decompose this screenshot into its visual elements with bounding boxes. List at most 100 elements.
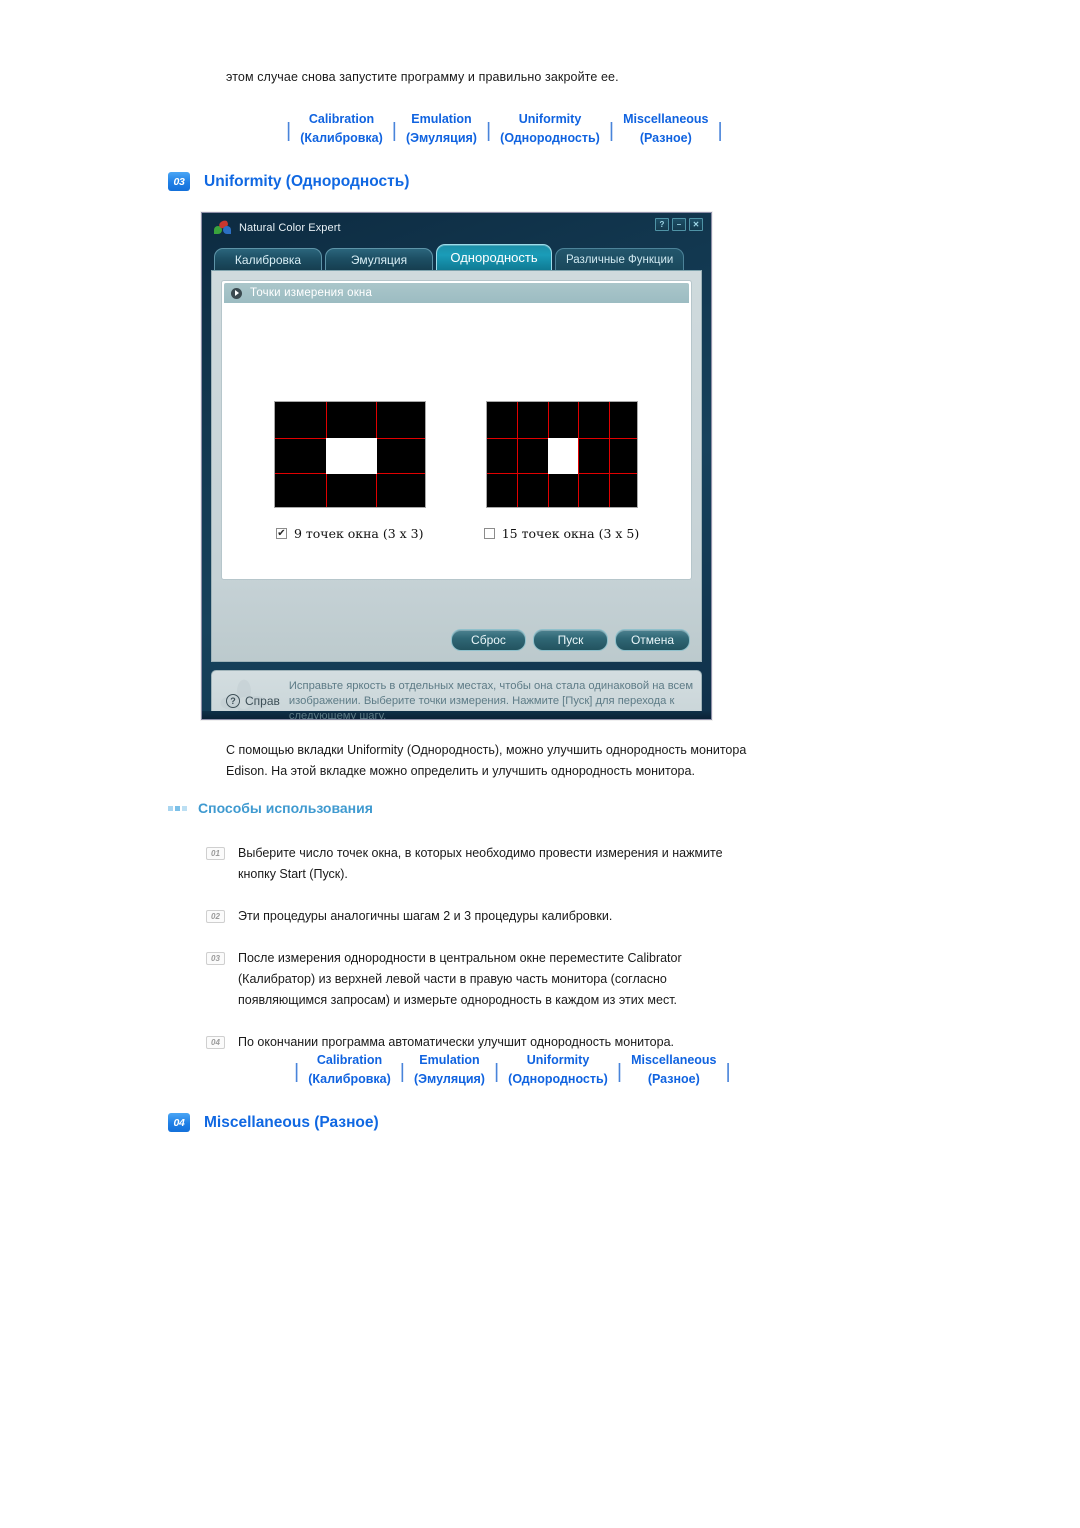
option-checkbox-row[interactable]: 15 точек окна (3 x 5) xyxy=(483,526,639,541)
tab-2[interactable]: Однородность xyxy=(436,244,552,270)
nav-label-ru: (Эмуляция) xyxy=(413,1072,485,1086)
tab-3[interactable]: Различные Функции xyxy=(555,248,685,270)
nav-label-en: Calibration xyxy=(308,112,375,126)
app-logo-icon xyxy=(214,219,232,236)
section-heading-uniformity: 03 Uniformity (Однородность) xyxy=(168,172,409,191)
breadcrumb-nav-bottom: | Calibration (Калибровка) | Emulation (Эмуля… xyxy=(294,1051,731,1089)
option-label: 9 точек окна (3 x 3) xyxy=(293,526,424,541)
nav-label-ru: (Разное) xyxy=(647,1072,700,1086)
nav-bottom-link-calibration[interactable]: Calibration (Калибровка) xyxy=(299,1051,400,1089)
tab-0[interactable]: Калибровка xyxy=(214,248,322,270)
tab-label: Однородность xyxy=(450,250,538,265)
page-root: этом случае снова запустите программу и … xyxy=(0,0,1080,1528)
nav-top-link-miscellaneous[interactable]: Miscellaneous (Разное) xyxy=(614,110,717,148)
nav-label-en: Emulation xyxy=(419,1053,480,1067)
step-line: Выберите число точек окна, в которых нео… xyxy=(238,846,723,860)
checkbox-unchecked[interactable] xyxy=(483,528,495,539)
checkbox-checked[interactable] xyxy=(275,528,287,539)
bullet-squares-icon xyxy=(168,805,187,811)
nav-separator: | xyxy=(399,1061,405,1083)
step-item: 03 После измерения однородности в централ… xyxy=(206,948,682,1011)
nav-separator: | xyxy=(286,120,292,142)
step-item: 02 Эти процедуры аналогичны шагам 2 и 3 п… xyxy=(206,906,612,927)
nav-label-ru: (Однородность) xyxy=(500,131,600,145)
nav-separator: | xyxy=(725,1061,731,1083)
nav-bottom-link-uniformity[interactable]: Uniformity (Однородность) xyxy=(499,1051,617,1089)
grid-center-cell xyxy=(547,438,578,474)
app-button-2[interactable]: Отмена xyxy=(615,629,690,651)
step-number: 01 xyxy=(206,847,225,860)
help-label-text: Справ xyxy=(245,694,280,708)
nav-label-en: Miscellaneous xyxy=(631,1053,717,1067)
step-item: 04 По окончании программа автоматически у… xyxy=(206,1032,674,1053)
breadcrumb-nav-top: | Calibration (Калибровка) | Emulation (Эмуля… xyxy=(286,110,723,148)
description-line-1: С помощью вкладки Uniformity (Однороднос… xyxy=(226,743,747,757)
description-paragraph: С помощью вкладки Uniformity (Однороднос… xyxy=(226,740,746,782)
tab-panel-uniformity: Точки измерения окна 9 точек окна (3 x 3… xyxy=(211,270,702,662)
nav-label-ru: (Эмуляция) xyxy=(405,131,477,145)
minimize-icon[interactable]: – xyxy=(672,218,686,231)
nav-separator: | xyxy=(608,120,615,142)
section-title-misc: Miscellaneous (Разное) xyxy=(204,1113,379,1131)
close-icon[interactable]: ✕ xyxy=(689,218,703,231)
help-text: Исправьте яркость в отдельных местах, чт… xyxy=(288,679,694,720)
nav-separator: | xyxy=(485,120,492,142)
nav-label-ru: (Однородность) xyxy=(508,1072,608,1086)
howto-title: Способы использования xyxy=(198,800,373,816)
grid-preview-3x3 xyxy=(273,401,426,508)
step-text: По окончании программа автоматически улу… xyxy=(238,1032,674,1053)
nav-bottom-link-emulation[interactable]: Emulation (Эмуляция) xyxy=(405,1051,494,1089)
nav-separator: | xyxy=(391,120,397,142)
window-point-options: 9 точек окна (3 x 3) 15 точек окна (3 x 5… xyxy=(222,401,691,541)
nav-top-link-uniformity[interactable]: Uniformity (Однородность) xyxy=(491,110,609,148)
nav-label-en: Uniformity xyxy=(526,1053,590,1067)
play-bullet-icon xyxy=(231,287,242,299)
description-line-2: Edison. На этой вкладке можно определить… xyxy=(226,764,695,778)
step-line: кнопку Start (Пуск). xyxy=(238,867,348,881)
step-line: После измерения однородности в центральн… xyxy=(238,951,682,965)
window-title: Natural Color Expert xyxy=(239,222,341,234)
step-line: (Калибратор) из верхней левой части в пр… xyxy=(238,972,667,986)
nav-top-link-emulation[interactable]: Emulation (Эмуляция) xyxy=(397,110,486,148)
nav-separator: | xyxy=(616,1061,623,1083)
window-point-option[interactable]: 9 точек окна (3 x 3) xyxy=(273,401,426,541)
app-button-label: Отмена xyxy=(630,633,675,647)
window-controls: ? – ✕ xyxy=(655,218,703,231)
nav-bottom-link-miscellaneous[interactable]: Miscellaneous (Разное) xyxy=(622,1051,725,1089)
section-heading-misc: 04 Miscellaneous (Разное) xyxy=(168,1113,379,1132)
section-badge: 04 xyxy=(168,1113,190,1132)
option-checkbox-row[interactable]: 9 точек окна (3 x 3) xyxy=(275,526,424,541)
app-button-label: Пуск xyxy=(557,633,584,647)
grid-vline xyxy=(577,402,579,507)
app-button-label: Сброс xyxy=(471,633,506,647)
nav-separator: | xyxy=(493,1061,500,1083)
tab-bar: Калибровка Эмуляция Однородность Различные … xyxy=(214,243,707,270)
nav-label-en: Miscellaneous xyxy=(623,112,709,126)
nav-label-en: Emulation xyxy=(411,112,472,126)
nav-separator: | xyxy=(717,120,723,142)
tab-1[interactable]: Эмуляция xyxy=(325,248,433,270)
tab-label: Различные Функции xyxy=(566,253,674,266)
natural-color-expert-window: Natural Color Expert ? – ✕ Калибровка Эму… xyxy=(201,212,712,720)
grid-center-cell xyxy=(325,438,377,474)
nav-label-ru: (Калибровка) xyxy=(300,131,383,145)
howto-heading: Способы использования xyxy=(168,800,373,816)
tab-label: Эмуляция xyxy=(350,252,408,267)
step-text: После измерения однородности в центральн… xyxy=(238,948,682,1011)
nav-top-link-calibration[interactable]: Calibration (Калибровка) xyxy=(291,110,392,148)
nav-label-en: Calibration xyxy=(316,1053,383,1067)
step-text: Эти процедуры аналогичны шагам 2 и 3 про… xyxy=(238,906,612,927)
step-number: 02 xyxy=(206,910,225,923)
tab-label: Калибровка xyxy=(234,252,302,267)
grid-vline xyxy=(608,402,610,507)
window-titlebar: Natural Color Expert ? – ✕ xyxy=(202,213,711,243)
window-point-option[interactable]: 15 точек окна (3 x 5) xyxy=(483,401,639,541)
group-header: Точки измерения окна xyxy=(224,283,689,303)
app-button-0[interactable]: Сброс xyxy=(451,629,526,651)
step-line: Эти процедуры аналогичны шагам 2 и 3 про… xyxy=(238,909,613,923)
help-icon[interactable]: ? xyxy=(655,218,669,231)
intro-paragraph: этом случае снова запустите программу и … xyxy=(226,70,619,84)
nav-label-en: Uniformity xyxy=(518,112,582,126)
section-badge: 03 xyxy=(168,172,190,191)
app-button-1[interactable]: Пуск xyxy=(533,629,608,651)
